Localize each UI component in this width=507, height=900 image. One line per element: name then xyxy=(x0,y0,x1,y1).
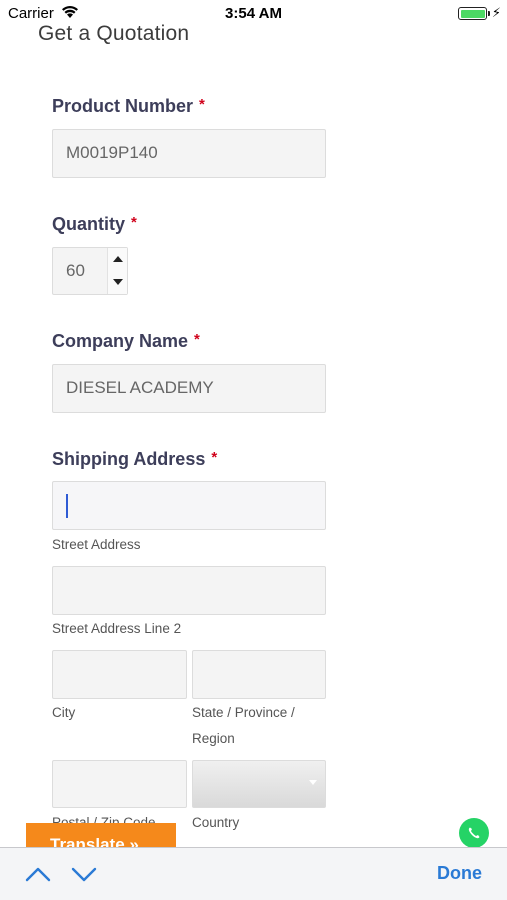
quantity-value[interactable]: 60 xyxy=(66,248,85,294)
street-address-line2-sublabel: Street Address Line 2 xyxy=(52,621,182,636)
country-select[interactable] xyxy=(192,760,326,808)
keyboard-accessory-bar: Done xyxy=(0,847,507,900)
required-marker: * xyxy=(211,449,218,466)
battery-icon xyxy=(458,7,490,20)
city-sublabel: City xyxy=(52,705,76,720)
translate-button[interactable]: Translate » xyxy=(26,823,176,849)
state-input[interactable] xyxy=(192,650,326,699)
street-address-line2-input[interactable] xyxy=(52,566,326,615)
product-number-field[interactable]: M0019P140 xyxy=(52,129,326,178)
decrement-arrow-icon[interactable] xyxy=(113,279,123,285)
street-address-sublabel: Street Address xyxy=(52,537,141,552)
city-input[interactable] xyxy=(52,650,187,699)
company-name-field[interactable]: DIESEL ACADEMY xyxy=(52,364,326,413)
required-marker: * xyxy=(131,214,137,231)
required-marker: * xyxy=(199,96,205,113)
product-number-label: Product Number * xyxy=(52,96,205,116)
country-sublabel: Country xyxy=(192,815,240,830)
clock: 3:54 AM xyxy=(225,5,282,22)
state-sublabel-line1: State / Province / xyxy=(192,705,295,720)
done-button[interactable]: Done xyxy=(437,863,482,884)
company-name-label: Company Name * xyxy=(52,331,200,351)
text-cursor xyxy=(66,494,68,518)
chevron-up-icon[interactable] xyxy=(24,864,52,884)
postal-code-input[interactable] xyxy=(52,760,187,808)
charging-bolt-icon: ⚡ xyxy=(491,5,501,20)
chevron-down-icon[interactable] xyxy=(70,864,98,884)
shipping-address-label: Shipping Address * xyxy=(52,449,218,469)
quantity-stepper[interactable]: 60 xyxy=(52,247,128,295)
state-sublabel-line2: Region xyxy=(192,731,235,746)
increment-arrow-icon[interactable] xyxy=(113,256,123,262)
stepper-buttons xyxy=(107,248,127,294)
street-address-input[interactable] xyxy=(52,481,326,530)
whatsapp-icon[interactable] xyxy=(459,818,489,848)
phone-icon xyxy=(468,827,480,839)
page-title: Get a Quotation xyxy=(38,22,190,45)
required-marker: * xyxy=(194,331,200,348)
select-arrow-box xyxy=(299,761,325,807)
chevron-down-icon xyxy=(309,780,317,785)
quantity-label: Quantity * xyxy=(52,214,137,234)
